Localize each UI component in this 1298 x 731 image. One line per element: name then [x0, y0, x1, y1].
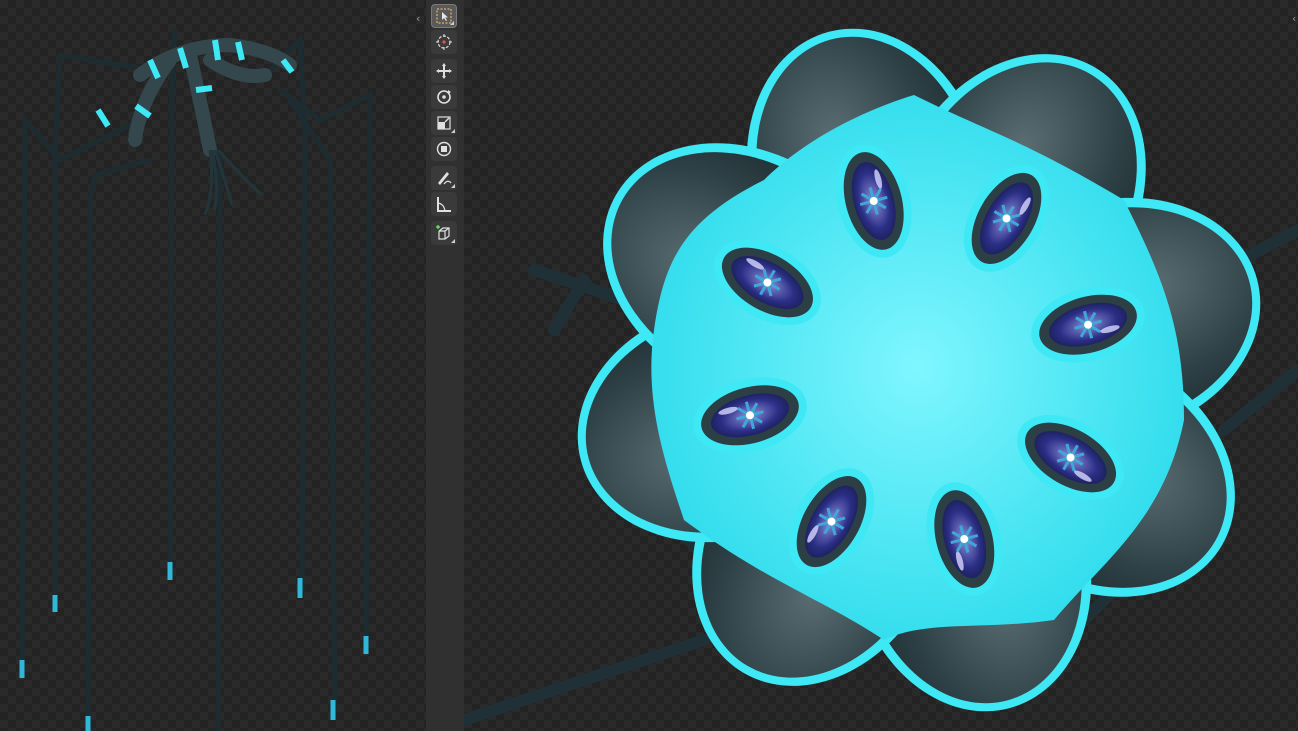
transform-tool[interactable]: [431, 137, 457, 161]
creature-top-view: [464, 28, 1298, 726]
scale-tool[interactable]: [431, 111, 457, 135]
tool-shelf: [426, 0, 464, 731]
creature-body: [128, 37, 297, 157]
cursor-icon: [436, 34, 452, 50]
left-3d-viewport[interactable]: ‹: [0, 0, 426, 731]
transform-icon: [436, 141, 452, 157]
right-3d-viewport[interactable]: ‹: [464, 0, 1298, 731]
creature-side-view: [19, 27, 373, 731]
cursor-tool[interactable]: [431, 30, 457, 54]
leg-tips: [19, 562, 369, 731]
collapse-right-arrow[interactable]: ‹: [1292, 12, 1296, 25]
rotate-tool[interactable]: [431, 85, 457, 109]
tentacles: [203, 148, 263, 216]
select-box-tool[interactable]: [431, 4, 457, 28]
creature-legs: [19, 27, 373, 731]
rotate-icon: [437, 90, 451, 104]
measure-icon: [437, 197, 451, 212]
move-tool[interactable]: [431, 59, 457, 83]
collapse-left-arrow[interactable]: ‹: [416, 12, 420, 25]
annotate-tool[interactable]: [431, 166, 457, 190]
measure-tool[interactable]: [431, 192, 457, 216]
add-cube-tool[interactable]: [431, 221, 457, 245]
move-icon: [436, 63, 452, 79]
